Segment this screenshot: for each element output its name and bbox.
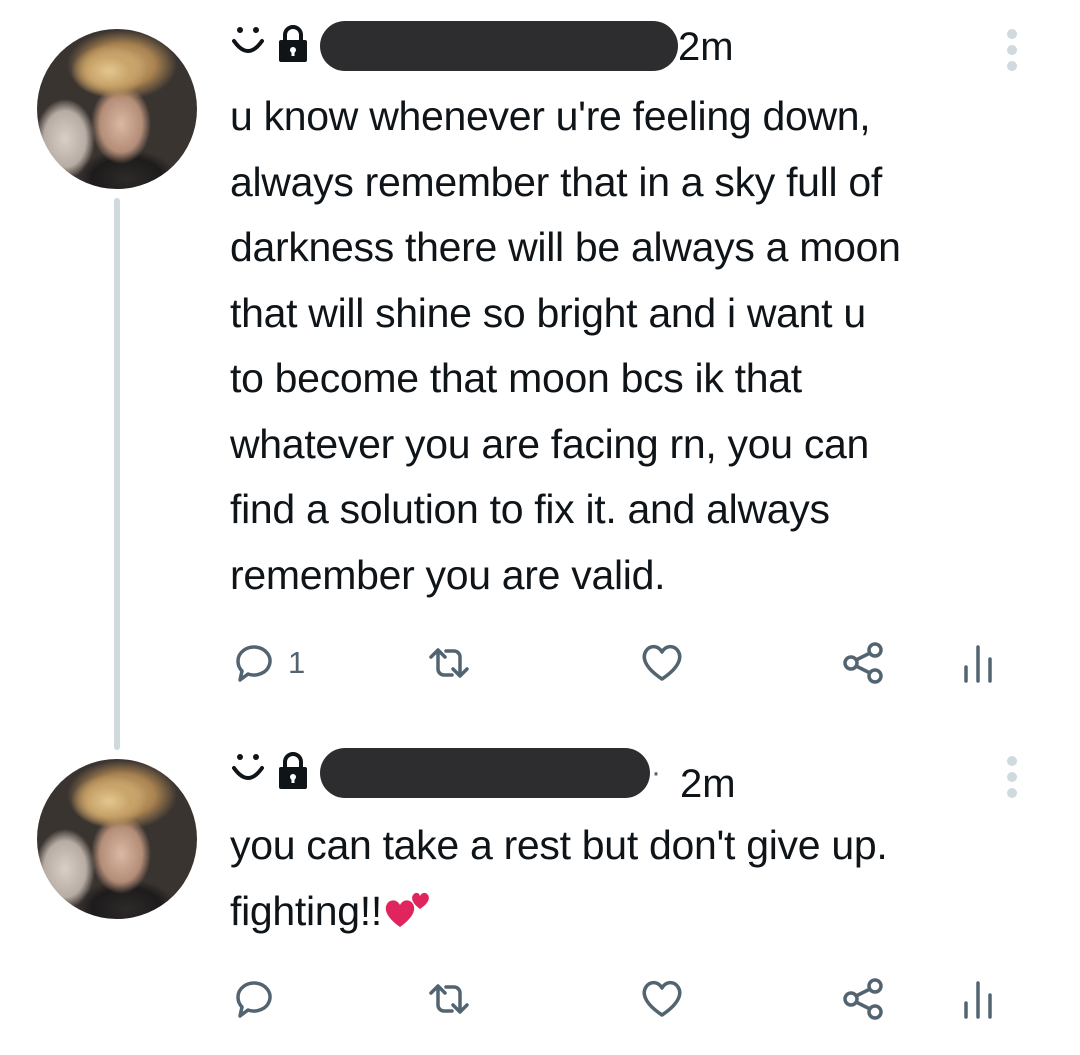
views-button[interactable] (956, 638, 1004, 688)
timestamp[interactable]: 2m (680, 764, 736, 804)
more-options-icon[interactable] (1006, 29, 1018, 75)
smiley-icon (232, 754, 264, 780)
like-icon (642, 980, 682, 1017)
tweet-header: · 2m (230, 744, 1030, 804)
like-button[interactable] (638, 638, 686, 688)
views-icon (964, 981, 992, 1019)
avatar[interactable] (37, 29, 197, 189)
tweet-text: you can take a rest but don't give up. f… (230, 813, 1060, 944)
smiley-icon (232, 27, 264, 53)
retweet-icon (429, 984, 469, 1014)
share-icon (843, 978, 883, 1020)
reply-icon (236, 981, 272, 1018)
redacted-username (320, 748, 650, 798)
share-button[interactable] (840, 974, 888, 1024)
lock-icon (279, 25, 307, 62)
tweet-text: u know whenever u're feeling down, alway… (230, 93, 901, 598)
tweet[interactable]: · 2m you can take a rest but don't give … (0, 740, 1080, 1055)
share-icon (843, 642, 883, 684)
separator-dot: · (651, 756, 661, 789)
retweet-icon (429, 648, 469, 678)
tweet-header: 2m (230, 17, 1030, 77)
retweet-button[interactable] (425, 638, 473, 688)
thread-line (114, 198, 120, 750)
views-icon (964, 645, 992, 683)
tweet[interactable]: 2m u know whenever u're feeling down, al… (0, 0, 1080, 760)
two-hearts-emoji (385, 892, 429, 927)
redacted-username (320, 21, 678, 71)
action-bar: 1 (230, 638, 1010, 688)
retweet-button[interactable] (425, 974, 473, 1024)
share-button[interactable] (840, 638, 888, 688)
more-options-icon[interactable] (1006, 756, 1018, 802)
action-bar (230, 974, 1010, 1024)
reply-button[interactable] (230, 974, 288, 1024)
lock-icon (279, 752, 307, 789)
timestamp[interactable]: 2m (678, 27, 734, 67)
tweet-text-content: you can take a rest but don't give up. f… (230, 822, 888, 934)
reply-button[interactable]: 1 (230, 638, 305, 688)
avatar[interactable] (37, 759, 197, 919)
like-button[interactable] (638, 974, 686, 1024)
reply-count: 1 (288, 645, 306, 680)
like-icon (642, 644, 682, 681)
views-button[interactable] (956, 974, 1004, 1024)
reply-icon (236, 645, 272, 682)
